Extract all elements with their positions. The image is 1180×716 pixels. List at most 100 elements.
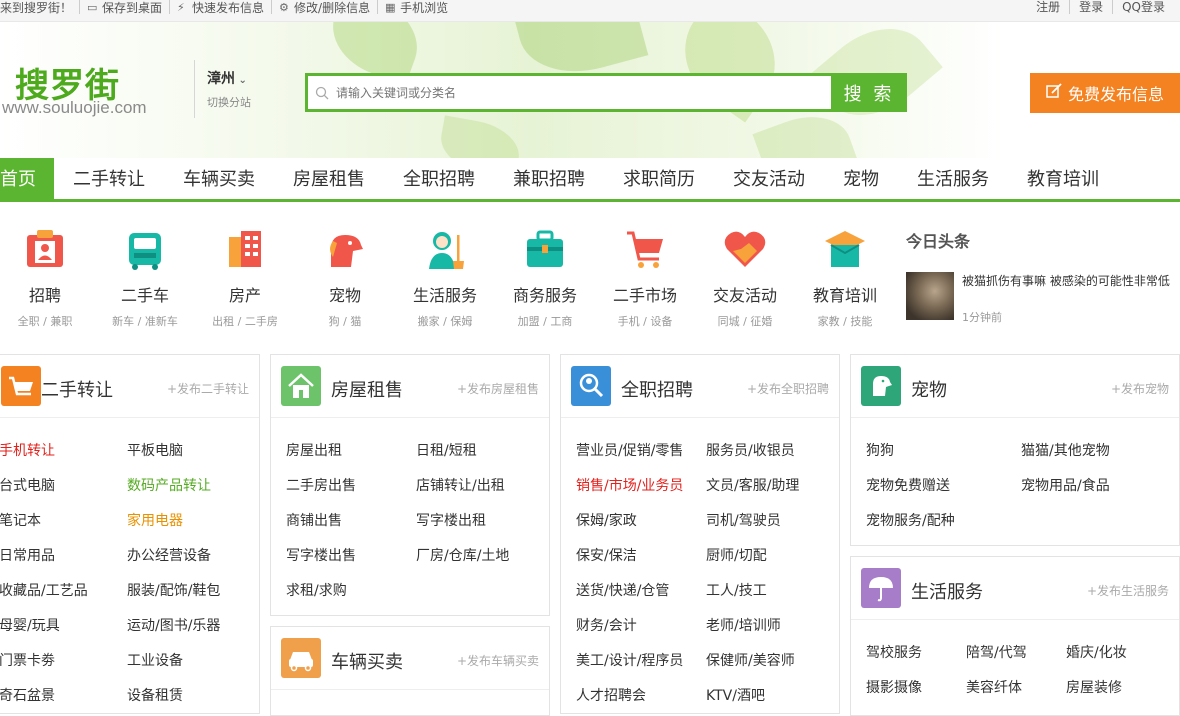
- post-life-link[interactable]: +发布生活服务: [1087, 582, 1169, 599]
- list-item[interactable]: 二手房出售: [286, 475, 356, 495]
- monitor-icon: ▭: [87, 0, 98, 14]
- list-item[interactable]: 设备租赁: [127, 685, 183, 705]
- list-item[interactable]: 家用电器: [127, 510, 183, 530]
- list-item[interactable]: 台式电脑: [0, 475, 55, 495]
- panel-header: 车辆买卖 +发布车辆买卖: [271, 627, 549, 690]
- list-item[interactable]: 摄影摄像: [866, 677, 922, 697]
- list-item[interactable]: 销售/市场/业务员: [576, 475, 683, 495]
- category-education[interactable]: 教育培训 家教 / 技能: [795, 227, 895, 329]
- list-item[interactable]: 保安/保洁: [576, 545, 637, 565]
- list-item[interactable]: 人才招聘会: [576, 685, 646, 705]
- logo-url: www.souluojie.com: [2, 98, 147, 117]
- list-item[interactable]: 门票卡劵: [0, 650, 55, 670]
- list-item[interactable]: 婚庆/化妆: [1066, 642, 1127, 662]
- category-sub: 新车 / 准新车: [112, 315, 178, 328]
- list-item[interactable]: 工业设备: [127, 650, 183, 670]
- post-pets-link[interactable]: +发布宠物: [1111, 380, 1169, 397]
- qq-login-link[interactable]: QQ登录: [1112, 0, 1174, 14]
- list-item[interactable]: 办公经营设备: [127, 545, 211, 565]
- post-house-link[interactable]: +发布房屋租售: [457, 380, 539, 397]
- list-item[interactable]: 老师/培训师: [706, 615, 781, 635]
- category-market[interactable]: 二手市场 手机 / 设备: [595, 227, 695, 329]
- list-item[interactable]: 母婴/玩具: [0, 615, 60, 635]
- category-house[interactable]: 房产 出租 / 二手房: [195, 227, 295, 329]
- category-dating[interactable]: 交友活动 同城 / 征婚: [695, 227, 795, 329]
- umbrella-icon: [861, 568, 901, 608]
- list-item[interactable]: 厂房/仓库/土地: [416, 545, 509, 565]
- nav-item-life[interactable]: 生活服务: [917, 158, 989, 199]
- list-item[interactable]: 店铺转让/出租: [416, 475, 505, 495]
- list-item[interactable]: 日租/短租: [416, 440, 477, 460]
- list-item[interactable]: 厨师/切配: [706, 545, 767, 565]
- list-item[interactable]: 狗狗: [866, 440, 894, 460]
- nav-item-house[interactable]: 房屋租售: [293, 158, 365, 199]
- graduation-cap-icon: [823, 227, 867, 271]
- category-recruit[interactable]: 招聘 全职 / 兼职: [0, 227, 95, 329]
- category-label: 生活服务: [412, 286, 477, 305]
- category-pets[interactable]: 宠物 狗 / 猫: [295, 227, 395, 329]
- list-item[interactable]: 猫猫/其他宠物: [1021, 440, 1110, 460]
- list-item[interactable]: 奇石盆景: [0, 685, 55, 705]
- list-item[interactable]: 司机/驾驶员: [706, 510, 781, 530]
- edit-delete-link[interactable]: ⚙ 修改/删除信息: [271, 0, 377, 15]
- register-link[interactable]: 注册: [1027, 0, 1069, 14]
- category-business[interactable]: 商务服务 加盟 / 工商: [495, 227, 595, 329]
- list-item[interactable]: 求租/求购: [286, 580, 347, 600]
- list-item[interactable]: 写字楼出租: [416, 510, 486, 530]
- nav-item-education[interactable]: 教育培训: [1027, 158, 1099, 199]
- list-item[interactable]: 商铺出售: [286, 510, 342, 530]
- list-item[interactable]: 宠物服务/配种: [866, 510, 955, 530]
- list-item[interactable]: 日常用品: [0, 545, 55, 565]
- category-life[interactable]: 生活服务 搬家 / 保姆: [395, 227, 495, 329]
- mobile-label: 手机浏览: [400, 0, 449, 15]
- post-secondhand-link[interactable]: +发布二手转让: [167, 380, 249, 397]
- save-desktop-link[interactable]: ▭ 保存到桌面: [79, 0, 169, 15]
- search-button[interactable]: 搜 索: [831, 73, 907, 112]
- panel-title: 车辆买卖: [331, 652, 403, 673]
- quick-post-link[interactable]: ⚡ 快速发布信息: [169, 0, 271, 15]
- mobile-link[interactable]: ▦ 手机浏览: [377, 0, 455, 15]
- list-item[interactable]: 送货/快递/仓管: [576, 580, 669, 600]
- nav-item-vehicle[interactable]: 车辆买卖: [183, 158, 255, 199]
- list-item[interactable]: 文员/客服/助理: [706, 475, 799, 495]
- list-item[interactable]: KTV/酒吧: [706, 685, 765, 705]
- list-item[interactable]: 服务员/收银员: [706, 440, 795, 460]
- city-selector[interactable]: 漳州 ⌄: [207, 68, 247, 88]
- list-item[interactable]: 收藏品/工艺品: [0, 580, 88, 600]
- nav-item-pets[interactable]: 宠物: [843, 158, 879, 199]
- nav-item-parttime[interactable]: 兼职招聘: [513, 158, 585, 199]
- nav-item-resume[interactable]: 求职简历: [623, 158, 695, 199]
- search-input[interactable]: [336, 76, 831, 109]
- list-item[interactable]: 保姆/家政: [576, 510, 637, 530]
- list-item[interactable]: 财务/会计: [576, 615, 637, 635]
- category-car[interactable]: 二手车 新车 / 准新车: [95, 227, 195, 329]
- list-item[interactable]: 平板电脑: [127, 440, 183, 460]
- list-item[interactable]: 房屋装修: [1066, 677, 1122, 697]
- list-item[interactable]: 写字楼出售: [286, 545, 356, 565]
- nav-item-secondhand[interactable]: 二手转让: [73, 158, 145, 199]
- list-item[interactable]: 房屋出租: [286, 440, 342, 460]
- list-item[interactable]: 宠物用品/食品: [1021, 475, 1110, 495]
- list-item[interactable]: 笔记本: [0, 510, 41, 530]
- nav-item-fulltime[interactable]: 全职招聘: [403, 158, 475, 199]
- switch-city-link[interactable]: 切换分站: [207, 94, 251, 110]
- list-item[interactable]: 宠物免费赠送: [866, 475, 950, 495]
- list-item[interactable]: 营业员/促销/零售: [576, 440, 683, 460]
- list-item[interactable]: 陪驾/代驾: [966, 642, 1027, 662]
- list-item[interactable]: 美容纤体: [966, 677, 1022, 697]
- post-vehicle-link[interactable]: +发布车辆买卖: [457, 652, 539, 669]
- list-item[interactable]: 驾校服务: [866, 642, 922, 662]
- list-item[interactable]: 服装/配饰/鞋包: [127, 580, 220, 600]
- list-item[interactable]: 数码产品转让: [127, 475, 211, 495]
- list-item[interactable]: 保健师/美容师: [706, 650, 795, 670]
- list-item[interactable]: 美工/设计/程序员: [576, 650, 683, 670]
- list-item[interactable]: 手机转让: [0, 440, 55, 460]
- login-link[interactable]: 登录: [1069, 0, 1112, 14]
- post-jobs-link[interactable]: +发布全职招聘: [747, 380, 829, 397]
- nav-item-dating[interactable]: 交友活动: [733, 158, 805, 199]
- list-item[interactable]: 工人/技工: [706, 580, 767, 600]
- publish-button[interactable]: 免费发布信息: [1030, 73, 1180, 113]
- nav-item-home[interactable]: 首页: [0, 158, 54, 199]
- headline-title: 今日头条: [906, 232, 971, 251]
- list-item[interactable]: 运动/图书/乐器: [127, 615, 220, 635]
